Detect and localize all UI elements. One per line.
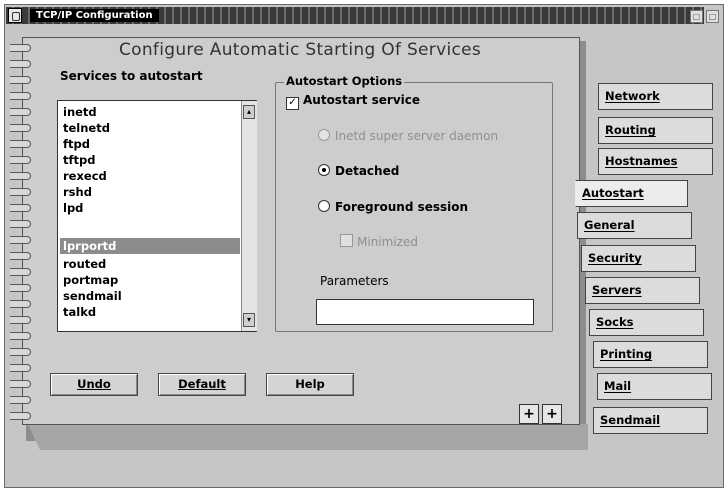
services-scrollbar[interactable]: ▴ ▾ [241,101,257,331]
page-back-button[interactable]: + [519,404,539,424]
checkbox-icon [340,234,353,247]
radio-icon [318,129,330,141]
tab-hostnames[interactable]: Hostnames [598,148,713,175]
tab-socks[interactable]: Socks [589,309,704,336]
autostart-options-label: Autostart Options [284,74,405,88]
list-item[interactable]: portmap [60,272,240,288]
parameters-input[interactable] [316,299,534,325]
page-heading: Configure Automatic Starting Of Services [118,40,482,60]
list-item[interactable]: talkd [60,304,240,320]
system-menu-icon[interactable] [8,8,22,23]
tab-sendmail[interactable]: Sendmail [593,407,708,434]
notebook-binding [10,44,32,426]
inetd-radio[interactable]: Inetd super server daemon [318,127,498,145]
tab-mail[interactable]: Mail [597,373,712,400]
tab-routing[interactable]: Routing [598,117,713,144]
list-item[interactable]: telnetd [60,120,240,136]
list-item[interactable]: rexecd [60,168,240,184]
autostart-service-checkbox[interactable]: ✓ Autostart service [286,91,420,110]
minimized-checkbox[interactable]: Minimized [340,233,418,251]
maximize-icon[interactable]: □ [706,10,719,23]
tab-network[interactable]: Network [598,83,713,110]
default-button[interactable]: Default [158,373,246,396]
tab-printing[interactable]: Printing [593,341,708,368]
list-item[interactable]: rshd [60,184,240,200]
list-item[interactable]: routed [60,256,240,272]
tab-general[interactable]: General [577,212,692,239]
tab-autostart[interactable]: Autostart [575,180,688,207]
undo-button[interactable]: Undo [50,373,138,396]
list-item-selected[interactable]: lprportd [60,238,240,254]
page-forward-button[interactable]: + [542,404,562,424]
services-label: Services to autostart [60,69,203,83]
scroll-up-icon[interactable]: ▴ [243,105,255,119]
list-item[interactable]: tftpd [60,152,240,168]
notebook-page-stack [28,424,588,450]
list-item[interactable]: sendmail [60,288,240,304]
help-button[interactable]: Help [266,373,354,396]
list-item[interactable]: inetd [60,104,240,120]
radio-selected-icon [318,164,330,176]
radio-icon [318,200,330,212]
scroll-down-icon[interactable]: ▾ [243,313,255,327]
services-listbox[interactable]: inetd telnetd ftpd tftpd rexecd rshd lpd… [57,100,257,332]
list-item[interactable]: lpd [60,200,240,216]
minimize-icon[interactable]: ▢ [690,10,703,23]
window-title: TCP/IP Configuration [30,9,159,22]
detached-radio[interactable]: Detached [318,162,399,180]
list-item[interactable]: ftpd [60,136,240,152]
foreground-radio[interactable]: Foreground session [318,198,468,216]
parameters-label: Parameters [320,274,389,288]
checkbox-checked-icon: ✓ [286,97,299,110]
tab-servers[interactable]: Servers [585,277,700,304]
tab-security[interactable]: Security [581,245,696,272]
